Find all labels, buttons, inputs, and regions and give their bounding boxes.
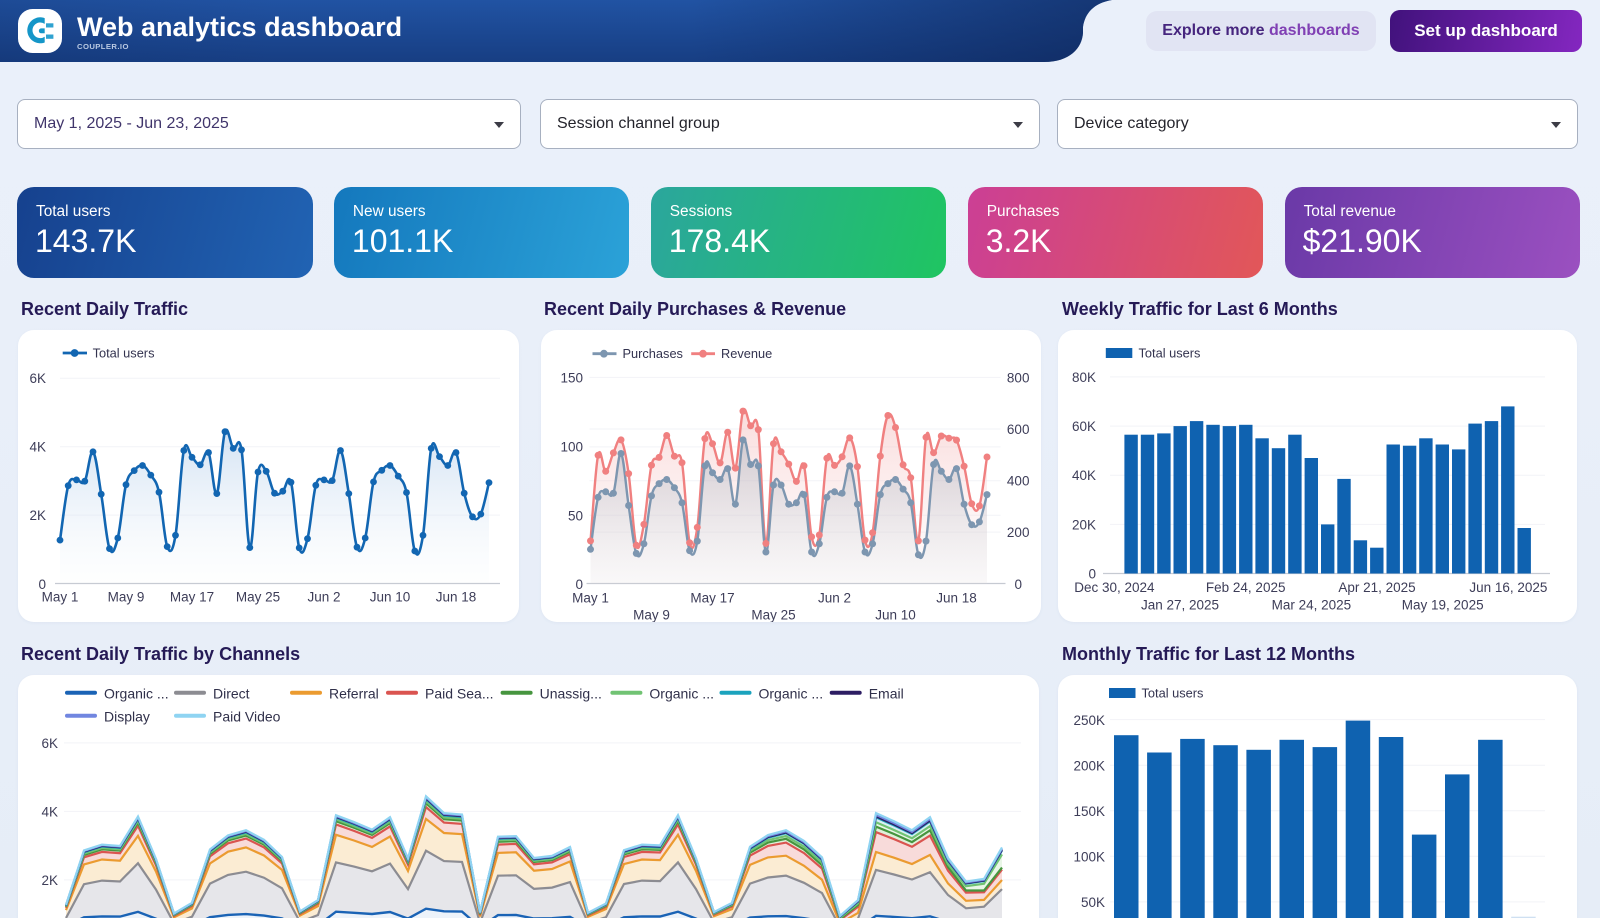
svg-text:May 17: May 17: [170, 590, 214, 605]
svg-text:Purchases: Purchases: [622, 346, 682, 361]
svg-text:Jun 16, 2025: Jun 16, 2025: [1469, 580, 1547, 595]
svg-text:150: 150: [560, 371, 583, 386]
svg-text:Jun 10: Jun 10: [370, 590, 411, 605]
svg-text:Jan 27, 2025: Jan 27, 2025: [1141, 598, 1219, 613]
svg-text:2K: 2K: [41, 873, 58, 888]
svg-text:20K: 20K: [1072, 518, 1096, 533]
svg-text:100K: 100K: [1073, 850, 1105, 865]
svg-text:Organic ...: Organic ...: [759, 686, 824, 702]
svg-text:Total users: Total users: [1139, 346, 1201, 361]
svg-text:May 25: May 25: [751, 608, 795, 623]
svg-text:200K: 200K: [1073, 759, 1105, 774]
svg-text:800: 800: [1006, 371, 1029, 386]
svg-text:May 9: May 9: [633, 608, 670, 623]
svg-text:May 9: May 9: [108, 590, 145, 605]
svg-text:May 19, 2025: May 19, 2025: [1402, 598, 1484, 613]
svg-text:Organic ...: Organic ...: [649, 686, 714, 702]
svg-text:0: 0: [1014, 577, 1022, 592]
svg-text:40K: 40K: [1072, 468, 1096, 483]
svg-text:May 17: May 17: [690, 591, 734, 606]
svg-text:Dec 30, 2024: Dec 30, 2024: [1074, 580, 1155, 595]
svg-text:May 1: May 1: [42, 590, 79, 605]
svg-text:Email: Email: [869, 686, 904, 702]
svg-text:May 25: May 25: [236, 590, 280, 605]
svg-text:Paid Video: Paid Video: [213, 709, 281, 725]
svg-text:Jun 10: Jun 10: [875, 608, 916, 623]
svg-text:Total users: Total users: [1142, 686, 1204, 701]
svg-text:Direct: Direct: [213, 686, 250, 702]
svg-text:4K: 4K: [29, 440, 46, 455]
svg-text:Organic ...: Organic ...: [104, 686, 169, 702]
svg-text:50: 50: [567, 509, 582, 524]
svg-text:Mar 24, 2025: Mar 24, 2025: [1272, 598, 1352, 613]
svg-text:Jun 18: Jun 18: [936, 591, 977, 606]
svg-text:50K: 50K: [1081, 895, 1105, 910]
svg-text:Jun 18: Jun 18: [436, 590, 477, 605]
svg-text:250K: 250K: [1073, 713, 1105, 728]
svg-text:Jun 2: Jun 2: [307, 590, 340, 605]
svg-text:Jun 2: Jun 2: [817, 591, 850, 606]
svg-text:60K: 60K: [1072, 419, 1096, 434]
svg-text:Referral: Referral: [329, 686, 379, 702]
svg-text:80K: 80K: [1072, 370, 1096, 385]
svg-text:Apr 21, 2025: Apr 21, 2025: [1338, 580, 1415, 595]
svg-text:Feb 24, 2025: Feb 24, 2025: [1206, 580, 1286, 595]
svg-text:400: 400: [1006, 474, 1029, 489]
svg-text:2K: 2K: [29, 508, 46, 523]
svg-text:Display: Display: [104, 709, 150, 725]
svg-text:4K: 4K: [41, 805, 58, 820]
svg-text:150K: 150K: [1073, 804, 1105, 819]
svg-text:6K: 6K: [29, 371, 46, 386]
svg-text:600: 600: [1006, 422, 1029, 437]
svg-text:100: 100: [560, 440, 583, 455]
svg-text:Total users: Total users: [93, 346, 155, 361]
svg-text:200: 200: [1006, 525, 1029, 540]
svg-text:Unassig...: Unassig...: [540, 686, 602, 702]
svg-text:May 1: May 1: [572, 591, 609, 606]
svg-text:6K: 6K: [41, 736, 58, 751]
svg-text:Paid Sea...: Paid Sea...: [425, 686, 494, 702]
svg-text:Revenue: Revenue: [721, 346, 772, 361]
